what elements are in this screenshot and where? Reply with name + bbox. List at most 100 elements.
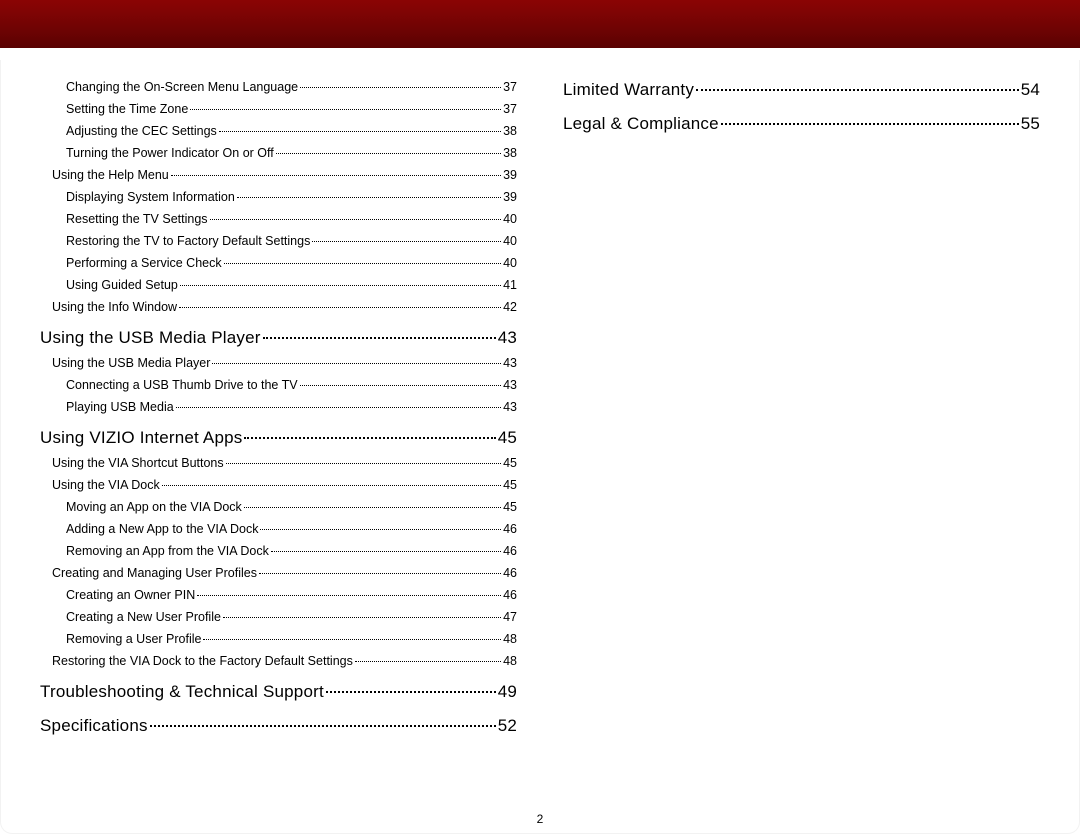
toc-entry[interactable]: Legal & Compliance 55 — [563, 114, 1040, 134]
toc-entry[interactable]: Troubleshooting & Technical Support49 — [40, 682, 517, 702]
toc-leader-dots — [721, 123, 1019, 125]
toc-entry-page: 48 — [503, 654, 517, 668]
toc-entry-label: Removing an App from the VIA Dock — [66, 544, 269, 558]
toc-leader-dots — [224, 263, 501, 264]
toc-leader-dots — [162, 485, 501, 486]
toc-entry[interactable]: Playing USB Media 43 — [40, 400, 517, 414]
toc-entry-label: Removing a User Profile — [66, 632, 201, 646]
toc-entry-page: 46 — [503, 566, 517, 580]
toc-entry[interactable]: Using the USB Media Player 43 — [40, 356, 517, 370]
toc-entry[interactable]: Using VIZIO Internet Apps45 — [40, 428, 517, 448]
toc-entry-page: 45 — [503, 456, 517, 470]
toc-entry-page: 43 — [498, 328, 517, 348]
toc-entry-label: Changing the On-Screen Menu Language — [66, 80, 298, 94]
toc-entry-label: Specifications — [40, 716, 148, 736]
toc-leader-dots — [355, 661, 501, 662]
toc-entry[interactable]: Removing a User Profile 48 — [40, 632, 517, 646]
toc-entry-label: Legal & Compliance — [563, 114, 719, 134]
toc-entry-page: 39 — [503, 168, 517, 182]
toc-entry[interactable]: Restoring the TV to Factory Default Sett… — [40, 234, 517, 248]
toc-entry-label: Using Guided Setup — [66, 278, 178, 292]
toc-entry-page: 47 — [503, 610, 517, 624]
toc-entry[interactable]: Connecting a USB Thumb Drive to the TV 43 — [40, 378, 517, 392]
toc-entry-page: 46 — [503, 544, 517, 558]
toc-entry[interactable]: Performing a Service Check 40 — [40, 256, 517, 270]
toc-leader-dots — [226, 463, 501, 464]
toc-entry-page: 40 — [503, 256, 517, 270]
toc-entry[interactable]: Removing an App from the VIA Dock 46 — [40, 544, 517, 558]
toc-entry-label: Adding a New App to the VIA Dock — [66, 522, 258, 536]
toc-leader-dots — [271, 551, 501, 552]
toc-entry[interactable]: Setting the Time Zone37 — [40, 102, 517, 116]
toc-entry[interactable]: Resetting the TV Settings40 — [40, 212, 517, 226]
toc-entry[interactable]: Changing the On-Screen Menu Language 37 — [40, 80, 517, 94]
toc-leader-dots — [326, 691, 496, 693]
toc-entry[interactable]: Limited Warranty54 — [563, 80, 1040, 100]
toc-entry-page: 37 — [503, 80, 517, 94]
toc-entry-page: 52 — [498, 716, 517, 736]
toc-entry-label: Troubleshooting & Technical Support — [40, 682, 324, 702]
toc-leader-dots — [180, 285, 501, 286]
toc-entry[interactable]: Displaying System Information39 — [40, 190, 517, 204]
toc-leader-dots — [150, 725, 496, 727]
toc-entry[interactable]: Adjusting the CEC Settings38 — [40, 124, 517, 138]
toc-entry[interactable]: Using the Help Menu 39 — [40, 168, 517, 182]
toc-entry-page: 55 — [1021, 114, 1040, 134]
toc-entry[interactable]: Adding a New App to the VIA Dock46 — [40, 522, 517, 536]
toc-entry[interactable]: Using the VIA Dock 45 — [40, 478, 517, 492]
toc-entry-page: 42 — [503, 300, 517, 314]
toc-entry-page: 45 — [503, 478, 517, 492]
toc-entry-page: 48 — [503, 632, 517, 646]
toc-entry-label: Using VIZIO Internet Apps — [40, 428, 242, 448]
page-number: 2 — [0, 812, 1080, 826]
toc-entry-label: Creating a New User Profile — [66, 610, 221, 624]
toc-leader-dots — [203, 639, 501, 640]
toc-leader-dots — [263, 337, 496, 339]
toc-entry-label: Using the USB Media Player — [40, 328, 261, 348]
toc-entry-page: 45 — [503, 500, 517, 514]
toc-leader-dots — [179, 307, 501, 308]
toc-leader-dots — [312, 241, 501, 242]
toc-entry-label: Playing USB Media — [66, 400, 174, 414]
toc-entry-page: 38 — [503, 124, 517, 138]
toc-entry[interactable]: Creating and Managing User Profiles46 — [40, 566, 517, 580]
toc-entry-label: Using the Info Window — [52, 300, 177, 314]
toc-entry-page: 43 — [503, 378, 517, 392]
toc-entry-label: Setting the Time Zone — [66, 102, 188, 116]
toc-column-left: Changing the On-Screen Menu Language 37 Se… — [40, 80, 517, 808]
toc-leader-dots — [197, 595, 501, 596]
toc-entry[interactable]: Specifications 52 — [40, 716, 517, 736]
toc-entry[interactable]: Using Guided Setup41 — [40, 278, 517, 292]
toc-entry-page: 43 — [503, 400, 517, 414]
toc-entry-page: 46 — [503, 588, 517, 602]
toc-leader-dots — [176, 407, 501, 408]
toc-entry-label: Using the VIA Dock — [52, 478, 160, 492]
toc-entry-label: Using the USB Media Player — [52, 356, 210, 370]
toc-entry-label: Moving an App on the VIA Dock — [66, 500, 242, 514]
toc-entry-page: 38 — [503, 146, 517, 160]
toc-leader-dots — [223, 617, 501, 618]
toc-entry[interactable]: Using the VIA Shortcut Buttons45 — [40, 456, 517, 470]
toc-entry[interactable]: Using the Info Window 42 — [40, 300, 517, 314]
toc-leader-dots — [210, 219, 502, 220]
toc-leader-dots — [259, 573, 501, 574]
toc-entry[interactable]: Creating an Owner PIN 46 — [40, 588, 517, 602]
toc-entry[interactable]: Using the USB Media Player 43 — [40, 328, 517, 348]
toc-entry-page: 40 — [503, 234, 517, 248]
header-bar — [0, 0, 1080, 60]
toc-entry-label: Creating an Owner PIN — [66, 588, 195, 602]
toc-entry-label: Performing a Service Check — [66, 256, 222, 270]
toc-entry-page: 43 — [503, 356, 517, 370]
toc-entry[interactable]: Moving an App on the VIA Dock 45 — [40, 500, 517, 514]
toc-leader-dots — [244, 437, 495, 439]
toc-entry[interactable]: Turning the Power Indicator On or Off38 — [40, 146, 517, 160]
toc-entry-page: 54 — [1021, 80, 1040, 100]
toc-entry-label: Restoring the VIA Dock to the Factory De… — [52, 654, 353, 668]
toc-entry-label: Using the Help Menu — [52, 168, 169, 182]
toc-entry[interactable]: Restoring the VIA Dock to the Factory De… — [40, 654, 517, 668]
toc-leader-dots — [237, 197, 501, 198]
toc-leader-dots — [219, 131, 501, 132]
toc-entry-label: Resetting the TV Settings — [66, 212, 208, 226]
toc-entry-label: Connecting a USB Thumb Drive to the TV — [66, 378, 298, 392]
toc-entry[interactable]: Creating a New User Profile 47 — [40, 610, 517, 624]
